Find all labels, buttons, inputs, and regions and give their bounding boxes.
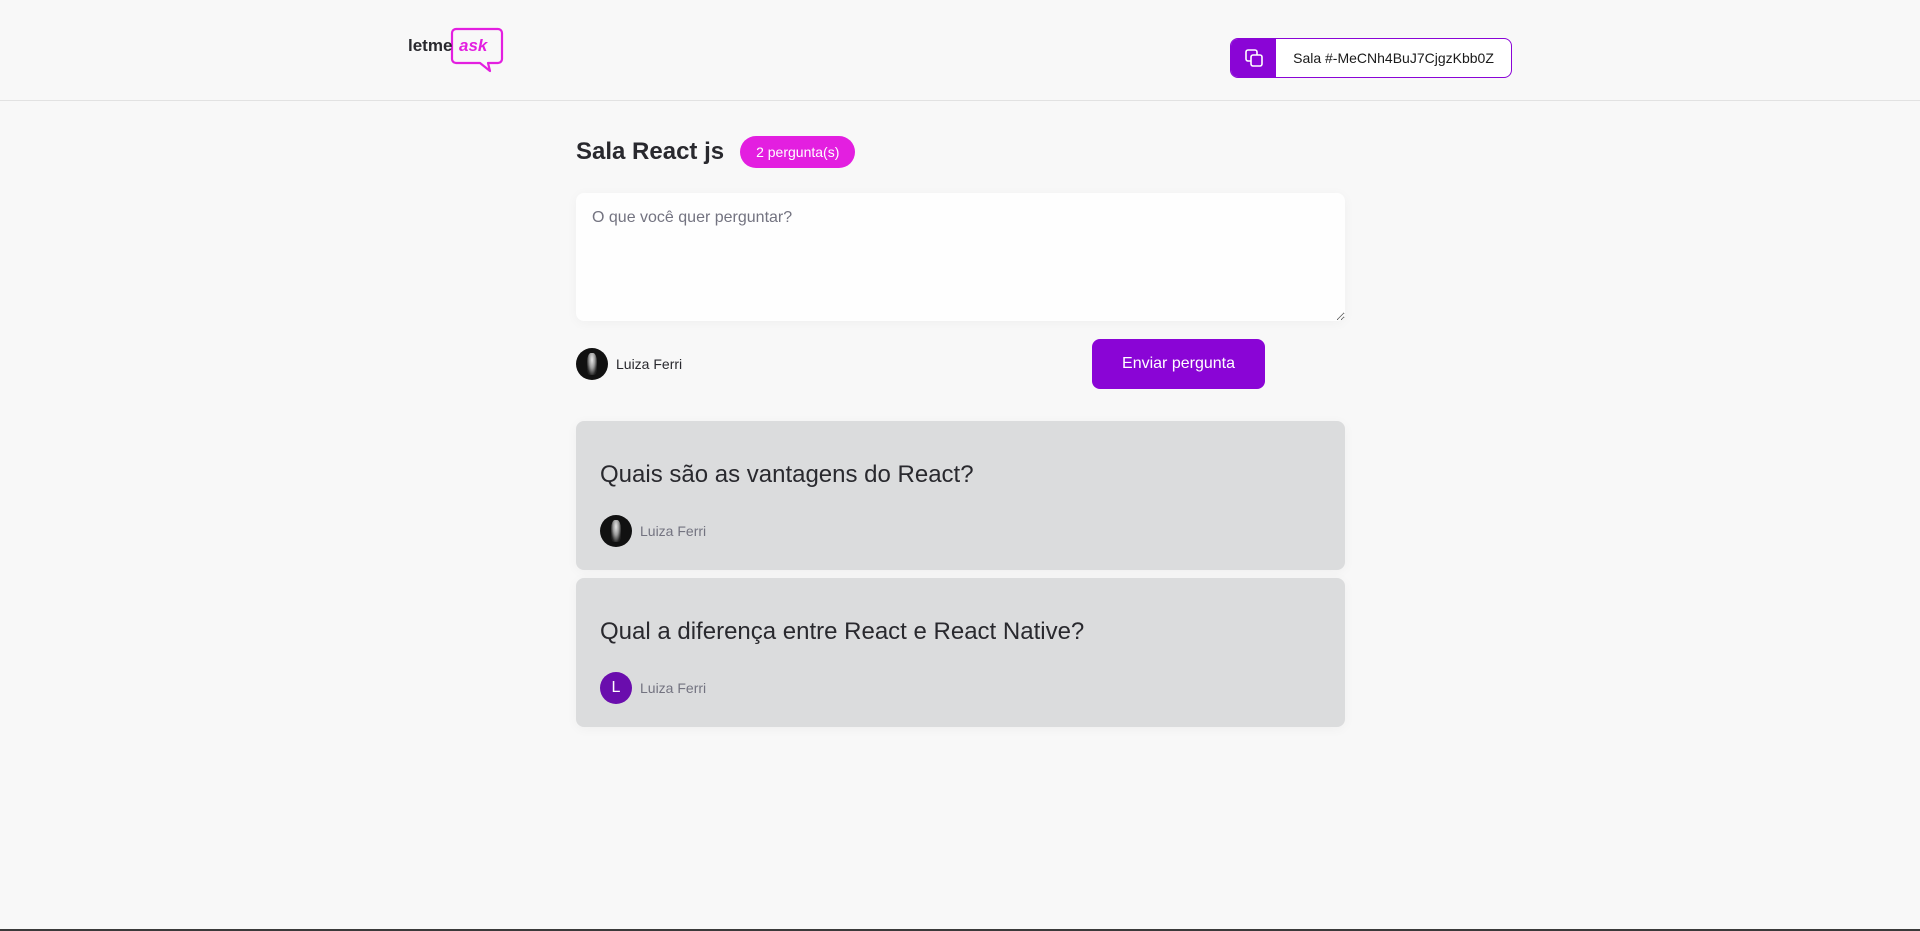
logo-text-accent: ask (459, 36, 489, 55)
current-user-name: Luiza Ferri (616, 356, 683, 372)
question-author: L Luiza Ferri (600, 672, 706, 704)
question-list: Quais são as vantagens do React? Luiza F… (576, 421, 1345, 735)
avatar: L (600, 672, 632, 704)
question-author: Luiza Ferri (600, 515, 706, 547)
question-text: Qual a diferença entre React e React Nat… (600, 618, 1085, 645)
logo-text-main: letme (408, 36, 452, 55)
form-footer: Luiza Ferri Enviar pergunta (576, 339, 1345, 389)
send-question-button[interactable]: Enviar pergunta (1092, 339, 1265, 389)
question-card: Qual a diferença entre React e React Nat… (576, 578, 1345, 727)
author-name: Luiza Ferri (640, 523, 707, 539)
question-input[interactable] (576, 193, 1345, 321)
avatar (576, 348, 608, 380)
question-card: Quais são as vantagens do React? Luiza F… (576, 421, 1345, 570)
copy-icon[interactable] (1231, 39, 1276, 77)
question-count-badge: 2 pergunta(s) (740, 136, 856, 168)
room-code-text: Sala #-MeCNh4BuJ7CjgzKbb0Z (1293, 50, 1494, 66)
question-text: Quais são as vantagens do React? (600, 461, 974, 488)
current-user-info: Luiza Ferri (576, 348, 682, 380)
top-header: letme ask Sala #-MeCNh4BuJ7CjgzKbb0Z (0, 0, 1920, 101)
avatar (600, 515, 632, 547)
room-title-row: Sala React js 2 pergunta(s) (576, 135, 856, 169)
letmeask-logo[interactable]: letme ask (408, 27, 504, 73)
author-name: Luiza Ferri (640, 680, 707, 696)
room-code-copy-button[interactable]: Sala #-MeCNh4BuJ7CjgzKbb0Z (1230, 38, 1512, 78)
room-title: Sala React js (576, 138, 725, 165)
